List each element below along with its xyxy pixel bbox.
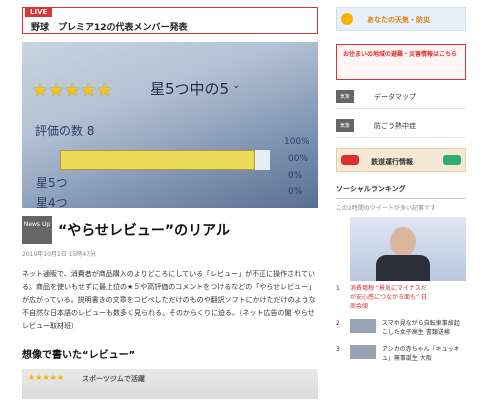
hero-star-label: 星5つ中の5 [150, 80, 230, 98]
category-badge[interactable]: News Up [22, 216, 52, 244]
person-suit [376, 255, 430, 281]
article-body: ネット通販で、消費者が商品購入のよりどころにしている「レビュー」が不正に操作され… [22, 270, 316, 330]
main-column: LIVE 野球 プレミア12の代表メンバー発表 ★★★★★ 星5つ中の5 ⌄ 評… [22, 7, 318, 399]
rank-number: 3 [336, 346, 340, 353]
image-caption: スポーツジムで活躍 [82, 375, 145, 383]
hero-pct: 00% [288, 154, 309, 164]
train-icon [341, 155, 359, 165]
ranking-item[interactable]: 1 消費増税 “景気にマイナスだが安心感につながる面も” 日商会頭 [336, 284, 466, 311]
ranking-subtitle: この2時間のツイートが多い記事です [336, 205, 436, 212]
rating-bar-fill [60, 150, 255, 170]
hero-row-label: 星4つ [36, 196, 68, 208]
hero-image: ★★★★★ 星5つ中の5 ⌄ 評価の数 8 100% 00% 星5つ 0% 星4… [22, 42, 318, 208]
train-icon [443, 155, 461, 165]
live-headline[interactable]: 野球 プレミア12の代表メンバー発表 [31, 20, 188, 33]
weather-label: あなたの天気・防災 [367, 16, 430, 24]
hero-pct: 0% [288, 187, 303, 197]
sidebar-item-heatstroke[interactable]: 気象 防ごう熱中症 [336, 119, 466, 138]
rank-number: 2 [336, 320, 340, 327]
hero-pct: 100% [284, 137, 310, 147]
image-stars: ★★★★★ [28, 373, 64, 382]
disaster-info-banner[interactable]: お住まいの地域の避難・災害情報はこちら [336, 44, 466, 80]
sidebar-item-label: データマップ [374, 93, 416, 101]
rank-number: 1 [336, 285, 340, 292]
rank-thumbnail [350, 345, 376, 359]
weather-banner[interactable]: あなたの天気・防災 [336, 7, 466, 31]
person-head [390, 227, 416, 257]
live-banner[interactable]: LIVE 野球 プレミア12の代表メンバー発表 [22, 7, 318, 34]
article-subheading: 想像で書いた“レビュー” [22, 350, 136, 361]
hero-pct: 0% [288, 171, 303, 181]
hero-review-count: 評価の数 8 [35, 124, 95, 138]
ranking-item[interactable]: 2 スマホ見ながら自転車事故起こした女子高生 書類送検 [336, 319, 466, 337]
article-title: “やらせレビュー”のリアル [58, 223, 230, 239]
article-image: ★★★★★ スポーツジムで活躍 [22, 369, 318, 399]
train-info-label: 鉄道運行情報 [371, 158, 413, 166]
sidebar-item-datamap[interactable]: 気象 データマップ [336, 90, 466, 109]
rank-thumbnail [350, 319, 376, 333]
article-header: News Up “やらせレビュー”のリアル [22, 216, 318, 244]
sidebar-item-label: 防ごう熱中症 [374, 122, 416, 130]
rank-link[interactable]: アシカの赤ちゃん「キュッキュ」無事誕生 大阪 [382, 345, 460, 363]
ranking-item[interactable]: 3 アシカの赤ちゃん「キュッキュ」無事誕生 大阪 [336, 345, 466, 363]
rank-link[interactable]: スマホ見ながら自転車事故起こした女子高生 書類送検 [382, 319, 460, 337]
live-badge: LIVE [25, 7, 53, 17]
hero-stars: ★★★★★ [32, 80, 113, 101]
sun-icon [341, 13, 353, 25]
ranking-title: ソーシャルランキング [336, 184, 466, 199]
sidebar: あなたの天気・防災 お住まいの地域の避難・災害情報はこちら 気象 データマップ … [336, 7, 466, 363]
chevron-down-icon: ⌄ [232, 80, 241, 91]
article-date: 2019年10月1日 15時47分 [22, 251, 96, 258]
rank-link[interactable]: 消費増税 “景気にマイナスだが安心感につながる面も” 日商会頭 [350, 284, 428, 311]
category-tag: 気象 [336, 90, 355, 103]
ranking-photo[interactable] [350, 217, 466, 281]
category-tag: 気象 [336, 119, 355, 132]
disaster-info-label: お住まいの地域の避難・災害情報はこちら [343, 51, 458, 58]
hero-row-label: 星5つ [36, 176, 68, 190]
train-info-banner[interactable]: 鉄道運行情報 [336, 148, 466, 172]
